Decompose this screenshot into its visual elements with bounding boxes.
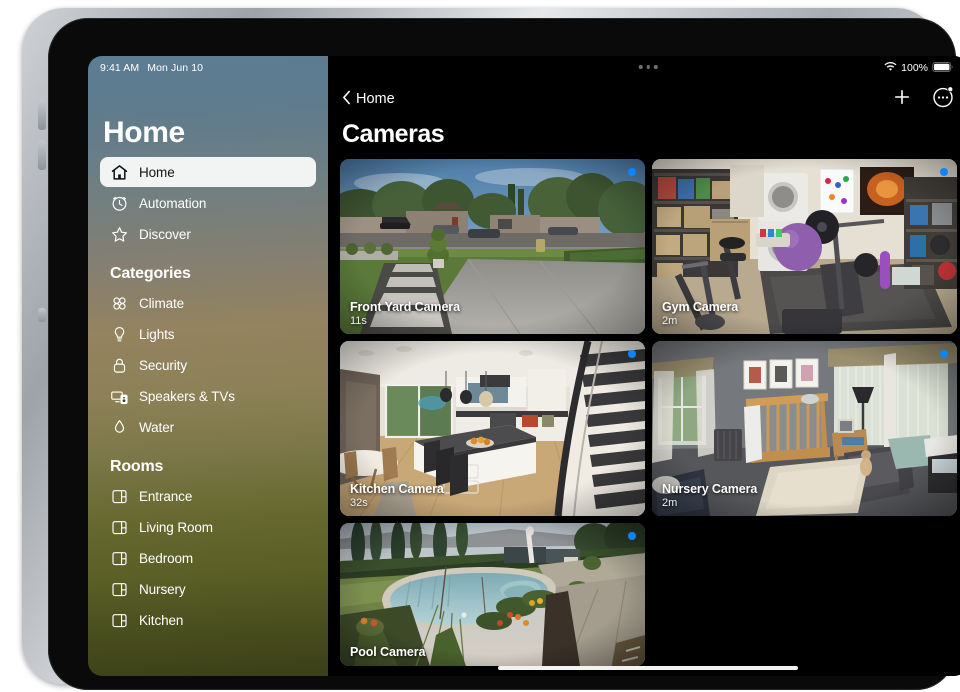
speaker-tv-icon — [110, 387, 129, 406]
back-button-label: Home — [356, 91, 395, 107]
sidebar-item-label: Water — [139, 420, 174, 435]
room-icon — [110, 549, 129, 568]
star-icon — [110, 225, 129, 244]
camera-timestamp: 2m — [662, 315, 738, 327]
sidebar-title: Home — [103, 116, 185, 150]
sidebar-item-label: Entrance — [139, 489, 192, 504]
camera-label: Nursery Camera 2m — [662, 482, 757, 509]
sidebar-item-label: Lights — [139, 327, 174, 342]
lock-icon — [110, 356, 129, 375]
camera-tile-pool[interactable]: Pool Camera — [340, 523, 645, 666]
toolbar: Home — [328, 80, 960, 118]
sidebar-item-lights[interactable]: Lights — [100, 319, 316, 349]
camera-name: Kitchen Camera — [350, 482, 444, 496]
clock-automation-icon — [110, 194, 129, 213]
multitasking-dots-icon[interactable] — [639, 65, 658, 69]
battery-percent-label: 100% — [901, 62, 928, 74]
room-icon — [110, 487, 129, 506]
sidebar-item-label: Automation — [139, 196, 206, 211]
screenshot-root: 9:41 AM Mon Jun 10 Home — [0, 0, 960, 692]
fan-icon — [110, 294, 129, 313]
camera-label: Front Yard Camera 11s — [350, 300, 460, 327]
house-icon — [110, 163, 129, 182]
camera-tile-front-yard[interactable]: Front Yard Camera 11s — [340, 159, 645, 334]
recording-indicator — [940, 168, 948, 176]
lightbulb-icon — [110, 325, 129, 344]
sidebar-item-label: Speakers & TVs — [139, 389, 235, 404]
sidebar-item-security[interactable]: Security — [100, 350, 316, 380]
sidebar-item-automation[interactable]: Automation — [100, 188, 316, 218]
sidebar-item-label: Nursery — [139, 582, 186, 597]
camera-name: Nursery Camera — [662, 482, 757, 496]
recording-indicator — [628, 168, 636, 176]
room-icon — [110, 580, 129, 599]
sidebar-item-discover[interactable]: Discover — [100, 219, 316, 249]
ipad-frame: 9:41 AM Mon Jun 10 Home — [22, 8, 938, 684]
sidebar-item-label: Living Room — [139, 520, 213, 535]
camera-tile-gym[interactable]: Gym Camera 2m — [652, 159, 957, 334]
volume-down-button[interactable] — [38, 140, 46, 170]
more-circle-icon[interactable] — [932, 86, 954, 113]
battery-full-icon — [932, 62, 954, 75]
status-date: Mon Jun 10 — [147, 62, 203, 74]
sidebar-item-kitchen[interactable]: Kitchen — [100, 605, 316, 635]
sidebar-item-label: Bedroom — [139, 551, 193, 566]
sidebar-item-label: Security — [139, 358, 187, 373]
sidebar-item-label: Home — [139, 165, 175, 180]
volume-up-button[interactable] — [38, 100, 46, 130]
sidebar-item-climate[interactable]: Climate — [100, 288, 316, 318]
recording-indicator — [628, 532, 636, 540]
room-icon — [110, 611, 129, 630]
camera-label: Gym Camera 2m — [662, 300, 738, 327]
rooms-header: Rooms — [110, 458, 328, 476]
side-button[interactable] — [38, 308, 46, 322]
sidebar-item-home[interactable]: Home — [100, 157, 316, 187]
sidebar-item-label: Discover — [139, 227, 191, 242]
camera-tile-kitchen[interactable]: Kitchen Camera 32s — [340, 341, 645, 516]
ipad-screen: 9:41 AM Mon Jun 10 Home — [88, 56, 960, 676]
status-time: 9:41 AM — [100, 62, 139, 74]
camera-grid: Front Yard Camera 11s — [340, 159, 958, 666]
sidebar-status-bar: 9:41 AM Mon Jun 10 — [88, 56, 328, 80]
wifi-icon — [884, 62, 897, 75]
camera-name: Front Yard Camera — [350, 300, 460, 314]
sidebar-nav-list: Home Automation — [88, 156, 328, 636]
room-icon — [110, 518, 129, 537]
categories-header: Categories — [110, 265, 328, 283]
camera-tile-nursery[interactable]: Nursery Camera 2m — [652, 341, 957, 516]
camera-label: Pool Camera — [350, 645, 425, 659]
sidebar-item-speakers-tvs[interactable]: Speakers & TVs — [100, 381, 316, 411]
camera-timestamp: 11s — [350, 315, 460, 327]
sidebar-item-entrance[interactable]: Entrance — [100, 481, 316, 511]
sidebar-item-water[interactable]: Water — [100, 412, 316, 442]
camera-timestamp: 2m — [662, 497, 757, 509]
recording-indicator — [940, 350, 948, 358]
recording-indicator — [628, 350, 636, 358]
chevron-left-icon — [342, 90, 351, 109]
camera-name: Pool Camera — [350, 645, 425, 659]
camera-label: Kitchen Camera 32s — [350, 482, 444, 509]
main-content: 100% — [328, 56, 960, 676]
sidebar: 9:41 AM Mon Jun 10 Home — [88, 56, 328, 676]
sidebar-item-bedroom[interactable]: Bedroom — [100, 543, 316, 573]
plus-icon[interactable] — [892, 87, 912, 112]
toolbar-actions — [892, 86, 954, 113]
page-title: Cameras — [342, 120, 444, 149]
sidebar-item-label: Climate — [139, 296, 184, 311]
back-button[interactable]: Home — [342, 90, 395, 109]
ipad-body: 9:41 AM Mon Jun 10 Home — [48, 18, 956, 690]
home-indicator[interactable] — [498, 666, 798, 670]
camera-name: Gym Camera — [662, 300, 738, 314]
sidebar-item-label: Kitchen — [139, 613, 183, 628]
water-drop-icon — [110, 418, 129, 437]
camera-timestamp: 32s — [350, 497, 444, 509]
sidebar-item-living-room[interactable]: Living Room — [100, 512, 316, 542]
main-status-bar: 100% — [884, 56, 954, 80]
sidebar-item-nursery[interactable]: Nursery — [100, 574, 316, 604]
